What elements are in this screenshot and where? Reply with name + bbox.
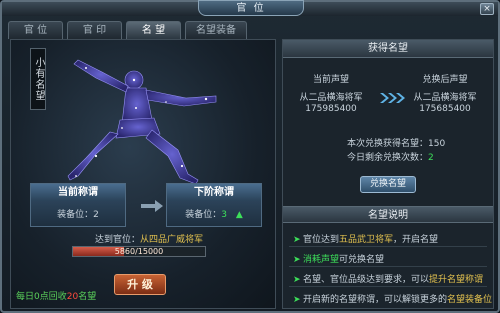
- desc-3-pre: 名望、官位品级达到要求，可以: [303, 275, 430, 285]
- recycle-amount: 20: [66, 292, 79, 302]
- prestige-title-plaque: 小有名望: [30, 48, 46, 110]
- triple-chevron-icon: [380, 93, 405, 103]
- tab-prestige[interactable]: 名 望: [126, 21, 181, 39]
- exchange-prestige-button[interactable]: 兑换名望: [360, 176, 416, 193]
- bullet-arrow-icon: ➤: [293, 255, 301, 265]
- current-rank-text: 从二品横海将军: [299, 93, 363, 103]
- progress-text: 5860/15000: [114, 247, 164, 256]
- recycle-prefix: 每日0点回收: [16, 292, 67, 302]
- desc-4-pre: 开启新的名望称谓，可以解锁更多的: [303, 295, 448, 305]
- bullet-arrow-icon: ➤: [293, 235, 301, 245]
- desc-2-post: 可兑换名望: [339, 255, 385, 265]
- current-reputation-value: 175985400: [305, 104, 357, 114]
- exchange-gain-value: 150: [428, 139, 446, 149]
- next-title-card: 下阶称谓 装备位：3 ▲: [166, 183, 262, 227]
- description-line-1: ➤ 官位达到五品武卫将军，开启名望: [293, 232, 438, 245]
- rank-requirement: 达到官位：从四品广威将军: [95, 232, 203, 245]
- after-reputation-value: 175685400: [419, 104, 471, 114]
- prestige-description-header: 名望说明: [283, 206, 493, 223]
- desc-2-highlight: 消耗声望: [303, 255, 340, 265]
- exchange-gain-line: 本次兑换获得名望：150: [347, 136, 445, 149]
- remaining-exchanges-line: 今日剩余兑换次数：2: [347, 150, 434, 163]
- close-button[interactable]: ×: [480, 3, 494, 15]
- current-title-card: 当前称谓 装备位：2: [30, 183, 126, 227]
- next-title-heading: 下阶称谓: [167, 184, 261, 201]
- requirement-label: 达到官位：: [95, 235, 141, 245]
- constellation-figure-icon: [67, 59, 217, 185]
- after-exchange-label: 兑换后声望: [422, 75, 468, 85]
- bullet-arrow-icon: ➤: [293, 295, 301, 305]
- gain-prestige-header: 获得名望: [283, 40, 493, 58]
- desc-3-highlight: 提升名望称谓: [429, 275, 484, 285]
- arrow-right-icon: [141, 200, 163, 212]
- window-title: 官 位: [198, 0, 304, 16]
- description-line-2: ➤ 消耗声望可兑换名望: [293, 252, 384, 265]
- separator: [289, 246, 487, 247]
- exchange-gain-label: 本次兑换获得名望：: [347, 139, 429, 149]
- after-rank-text: 从二品横海将军: [413, 93, 477, 103]
- separator: [289, 266, 487, 267]
- current-slots-value: 2: [93, 210, 99, 220]
- remaining-label: 今日剩余兑换次数：: [347, 153, 429, 163]
- tab-official-seal[interactable]: 官 印: [67, 21, 122, 39]
- tab-prestige-equipment[interactable]: 名望装备: [185, 21, 247, 39]
- tab-official-rank[interactable]: 官 位: [8, 21, 63, 39]
- description-line-3: ➤ 名望、官位品级达到要求，可以提升名望称谓: [293, 272, 483, 285]
- prestige-progress-bar: 5860/15000: [72, 246, 206, 257]
- desc-1-post: ，开启名望: [393, 235, 439, 245]
- current-slots-label: 装备位：: [57, 210, 94, 220]
- prestige-exchange-panel: 获得名望 当前声望 兑换后声望 从二品横海将军 从二品横海将军 17598540…: [282, 39, 494, 309]
- desc-4-highlight: 名望装备位: [447, 295, 493, 305]
- desc-1-highlight: 五品武卫将军: [339, 235, 394, 245]
- description-line-4: ➤ 开启新的名望称谓，可以解锁更多的名望装备位: [293, 292, 492, 305]
- current-reputation-label: 当前声望: [312, 75, 349, 85]
- daily-recycle-note: 每日0点回收20名望: [16, 289, 96, 302]
- current-title-heading: 当前称谓: [31, 184, 125, 201]
- next-slots-value: 3: [221, 210, 227, 220]
- remaining-value: 2: [428, 153, 434, 163]
- bullet-arrow-icon: ➤: [293, 275, 301, 285]
- recycle-suffix: 名望: [78, 292, 97, 302]
- game-window: 官 位 × 官 位 官 印 名 望 名望装备 小有名望 当前称谓 装备位：2 下…: [0, 0, 500, 313]
- up-arrow-icon: ▲: [235, 210, 243, 220]
- desc-1-pre: 官位达到: [303, 235, 340, 245]
- requirement-value: 从四品广威将军: [140, 235, 204, 245]
- separator: [289, 286, 487, 287]
- upgrade-button[interactable]: 升 级: [114, 274, 166, 295]
- next-slots-label: 装备位：: [185, 210, 222, 220]
